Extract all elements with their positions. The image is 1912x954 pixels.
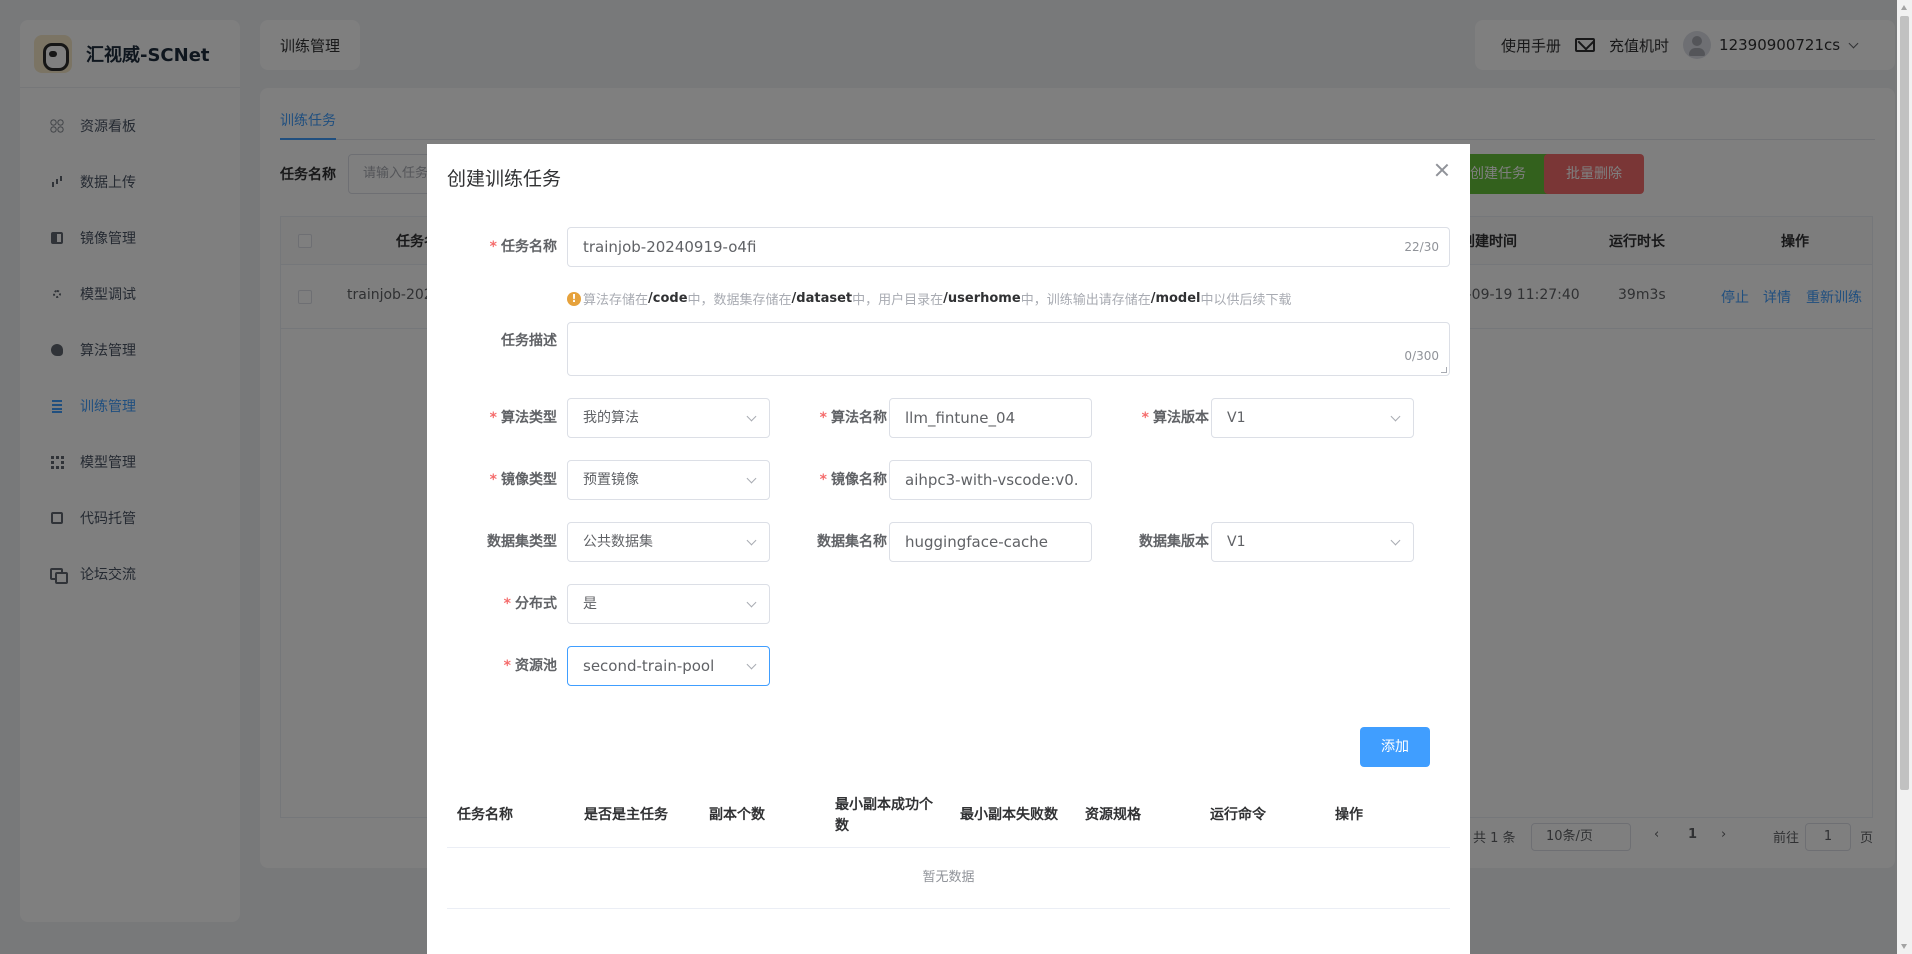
chevron-down-icon [746,659,757,670]
algo-name-input[interactable]: llm_fintune_04 [889,398,1092,438]
task-desc-textarea[interactable]: 0/300 [567,322,1450,376]
distributed-label: * 分布式 [503,596,557,612]
image-name-label: * 镜像名称 [819,472,887,488]
close-icon[interactable] [1434,162,1450,178]
image-name-input[interactable]: aihpc3-with-vscode:v0. [889,460,1092,500]
distributed-select[interactable]: 是 [567,584,770,624]
task-name-input[interactable]: trainjob-20240919-o4fi 22/30 [567,227,1450,267]
chevron-down-icon [746,597,757,608]
algo-name-label: * 算法名称 [819,410,887,426]
subcol-actions: 操作 [1335,807,1363,823]
scroll-thumb[interactable] [1900,16,1909,790]
task-name-label: * 任务名称 [489,239,557,255]
page-scrollbar[interactable] [1897,0,1912,954]
add-subtask-button[interactable]: 添加 [1360,727,1430,767]
subcol-min-success: 最小副本成功个数 [835,797,933,834]
chevron-down-icon [746,473,757,484]
dialog-title: 创建训练任务 [447,168,562,190]
subcol-task-name: 任务名称 [457,807,513,823]
image-type-label: * 镜像类型 [489,472,557,488]
task-desc-counter: 0/300 [1404,349,1439,363]
subcol-run-command: 运行命令 [1210,807,1266,823]
chevron-down-icon [1390,411,1401,422]
task-name-value: trainjob-20240919-o4fi [583,238,757,256]
subcol-resource-spec: 资源规格 [1085,807,1141,823]
image-type-select[interactable]: 预置镜像 [567,460,770,500]
algo-type-label: * 算法类型 [489,410,557,426]
scroll-up-icon[interactable] [1901,5,1907,10]
resize-grip-icon[interactable] [1441,367,1447,373]
dataset-version-select[interactable]: V1 [1211,522,1414,562]
algo-version-select[interactable]: V1 [1211,398,1414,438]
storage-hint: ! 算法存储在/code 中，数据集存储在/dataset 中，用户目录在/user… [567,289,1292,308]
dataset-type-select[interactable]: 公共数据集 [567,522,770,562]
task-desc-label: 任务描述 [501,333,557,349]
subcol-min-fail: 最小副本失败数 [960,807,1058,823]
chevron-down-icon [1390,535,1401,546]
subtask-table-header: 任务名称 是否是主任务 副本个数 最小副本成功个数 最小副本失败数 资源规格 运… [447,784,1450,848]
chevron-down-icon [746,411,757,422]
create-task-dialog: 创建训练任务 * 任务名称 trainjob-20240919-o4fi 22/3… [427,144,1470,954]
task-name-counter: 22/30 [1404,240,1439,254]
algo-version-label: * 算法版本 [1141,410,1209,426]
dataset-name-input[interactable]: huggingface-cache [889,522,1092,562]
warning-icon: ! [567,291,581,306]
subtask-empty-state: 暂无数据 [447,848,1450,909]
algo-type-select[interactable]: 我的算法 [567,398,770,438]
dataset-version-label: 数据集版本 [1139,534,1209,550]
subcol-is-main: 是否是主任务 [584,807,668,823]
chevron-down-icon [746,535,757,546]
dataset-type-label: 数据集类型 [487,534,557,550]
resource-pool-select[interactable]: second-train-pool [567,646,770,686]
dataset-name-label: 数据集名称 [817,534,887,550]
scroll-down-icon[interactable] [1901,944,1907,949]
resource-pool-label: * 资源池 [503,658,557,674]
subcol-replicas: 副本个数 [709,807,765,823]
